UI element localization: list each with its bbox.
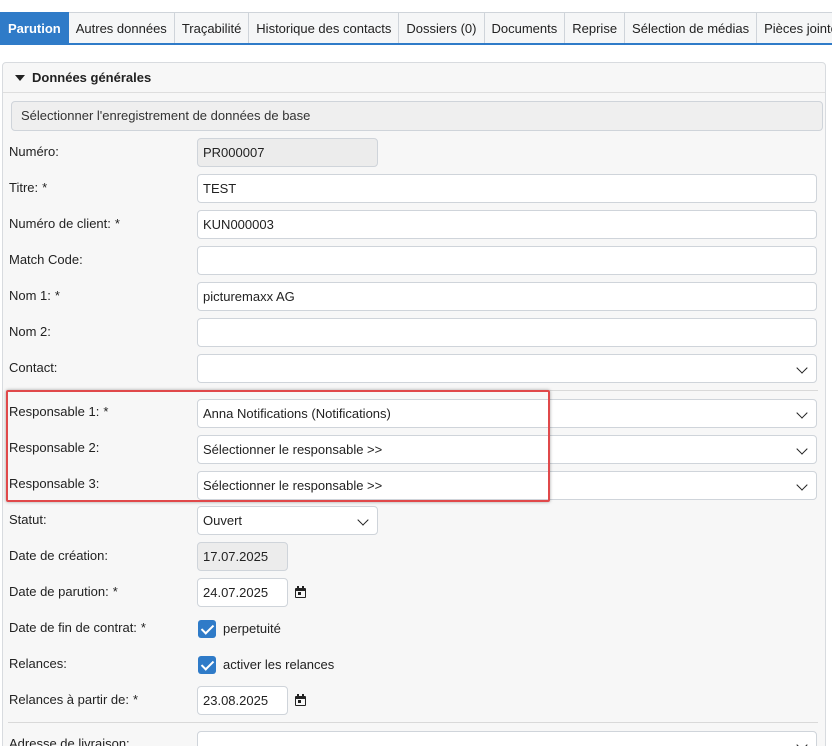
match-code-label: Match Code:: [9, 252, 83, 267]
contact-label: Contact:: [9, 360, 58, 375]
contact-select[interactable]: [197, 354, 817, 383]
date-creation-label: Date de création:: [9, 548, 109, 563]
chevron-down-icon: [796, 362, 808, 374]
numero-client-input[interactable]: KUN000003: [197, 210, 817, 239]
relances-checkbox-label: activer les relances: [223, 657, 335, 672]
tab-autres-donnees[interactable]: Autres données: [68, 12, 175, 43]
relances-partir-input[interactable]: 23.08.2025: [197, 686, 288, 715]
chevron-down-icon: [796, 479, 808, 491]
tab-tracabilite[interactable]: Traçabilité: [174, 12, 250, 43]
divider: [8, 390, 818, 391]
relances-label: Relances:: [9, 656, 67, 671]
chevron-down-icon: [796, 739, 808, 746]
responsable2-label: Responsable 2:: [9, 440, 100, 455]
numero-client-label: Numéro de client: *: [9, 216, 120, 231]
required-marker: *: [103, 404, 109, 419]
required-marker: *: [132, 692, 139, 707]
tab-documents[interactable]: Documents: [484, 12, 566, 43]
responsable1-label: Responsable 1: *: [9, 404, 109, 419]
relances-checkbox[interactable]: [198, 656, 216, 674]
perpetuite-checkbox[interactable]: [198, 620, 216, 638]
titre-input[interactable]: TEST: [197, 174, 817, 203]
date-parution-label: Date de parution: *: [9, 584, 118, 599]
chevron-down-icon: [796, 443, 808, 455]
responsable3-label: Responsable 3:: [9, 476, 100, 491]
tab-reprise[interactable]: Reprise: [565, 12, 626, 43]
tab-pieces-jointes[interactable]: Pièces jointes: [757, 12, 832, 43]
caret-down-icon[interactable]: [15, 74, 25, 81]
date-parution-input[interactable]: 24.07.2025: [197, 578, 288, 607]
calendar-icon[interactable]: [295, 694, 307, 706]
calendar-icon[interactable]: [295, 586, 307, 598]
numero-label: Numéro:: [9, 144, 59, 159]
numero-field: PR000007: [197, 138, 378, 167]
required-marker: *: [114, 216, 120, 231]
tab-selection-medias[interactable]: Sélection de médias: [625, 12, 758, 43]
required-marker: *: [140, 620, 146, 635]
nom2-label: Nom 2:: [9, 324, 51, 339]
relances-partir-label: Relances à partir de: *: [9, 692, 139, 707]
divider: [8, 722, 818, 723]
responsable1-select[interactable]: Anna Notifications (Notifications): [197, 399, 817, 428]
required-marker: *: [54, 288, 60, 303]
tab-bar: Parution Autres données Traçabilité Hist…: [0, 12, 832, 45]
titre-label: Titre: *: [9, 180, 48, 195]
statut-select[interactable]: Ouvert: [197, 506, 378, 535]
date-creation-field: 17.07.2025: [197, 542, 288, 571]
nom1-input[interactable]: picturemaxx AG: [197, 282, 817, 311]
required-marker: *: [112, 584, 118, 599]
adresse-livraison-select[interactable]: [197, 731, 817, 746]
tab-historique-contacts[interactable]: Historique des contacts: [249, 12, 400, 43]
match-code-input[interactable]: [197, 246, 817, 275]
tab-parution[interactable]: Parution: [0, 12, 69, 43]
section-header[interactable]: Données générales: [3, 63, 825, 93]
responsable3-select[interactable]: Sélectionner le responsable >>: [197, 471, 817, 500]
chevron-down-icon: [357, 514, 369, 526]
nom2-input[interactable]: [197, 318, 817, 347]
required-marker: *: [42, 180, 48, 195]
section-title: Données générales: [32, 70, 152, 85]
select-base-record-button[interactable]: Sélectionner l'enregistrement de données…: [11, 101, 823, 131]
tab-dossiers[interactable]: Dossiers (0): [399, 12, 485, 43]
nom1-label: Nom 1: *: [9, 288, 60, 303]
adresse-livraison-label: Adresse de livraison:: [9, 736, 130, 746]
responsable2-select[interactable]: Sélectionner le responsable >>: [197, 435, 817, 464]
chevron-down-icon: [796, 407, 808, 419]
date-fin-contrat-label: Date de fin de contrat: *: [9, 620, 146, 635]
statut-label: Statut:: [9, 512, 47, 527]
perpetuite-label: perpetuité: [223, 621, 281, 636]
